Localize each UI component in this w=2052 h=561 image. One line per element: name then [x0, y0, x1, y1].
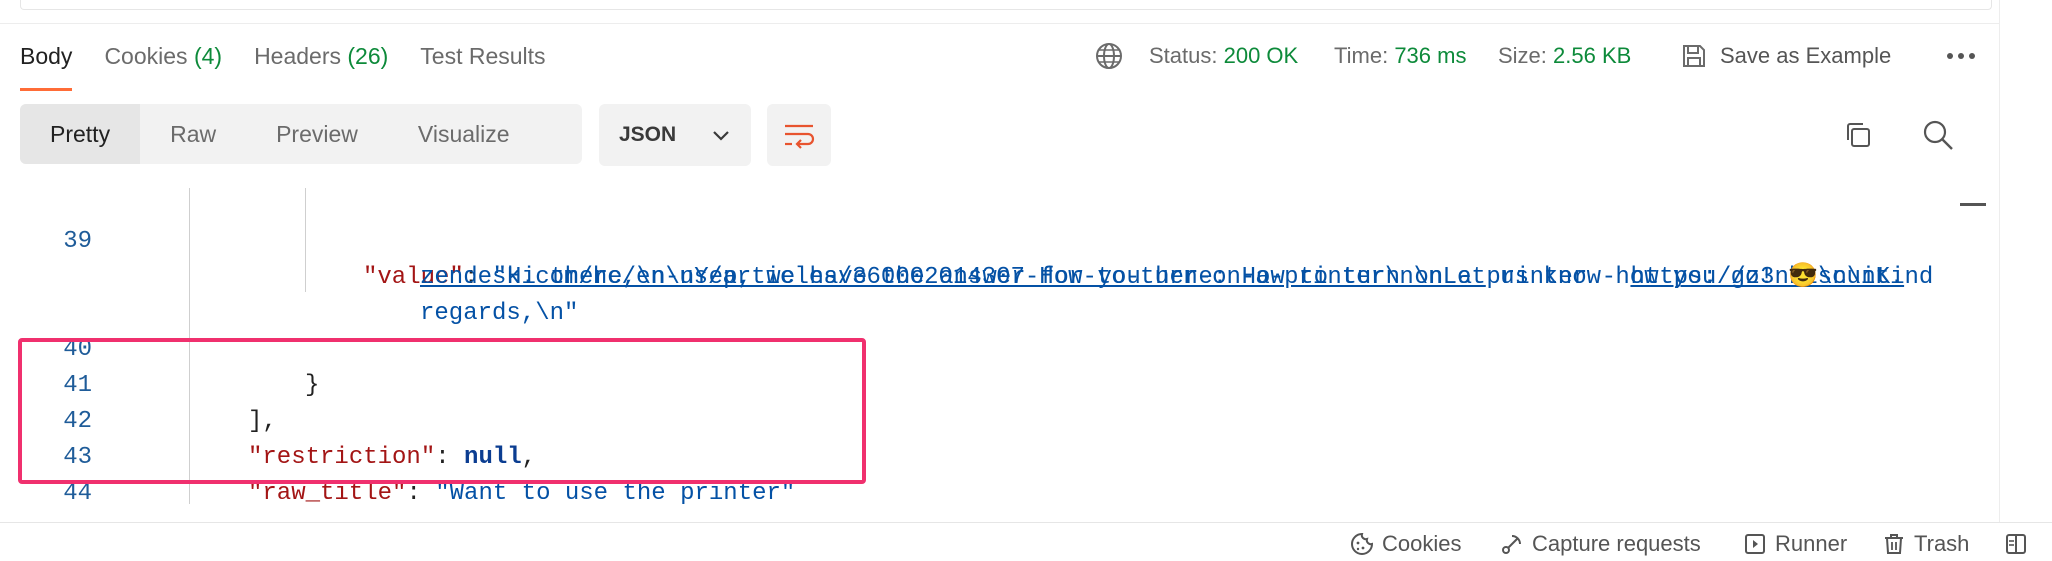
runner-label: Runner [1775, 531, 1848, 556]
time-info[interactable]: Time: 736 ms [1334, 38, 1466, 74]
save-icon [1680, 42, 1708, 70]
tab-headers-label: Headers [254, 43, 341, 69]
copy-button[interactable] [1838, 115, 1878, 155]
view-mode-pretty[interactable]: Pretty [20, 104, 141, 164]
code-line-39-wrap-2: regards,\n" [0, 260, 578, 327]
tab-test-results[interactable]: Test Results [420, 38, 545, 88]
tab-test-results-label: Test Results [420, 43, 546, 69]
status-bar: Cookies Capture requests Runner Trash [0, 522, 2052, 561]
status-value: 200 OK [1223, 43, 1299, 68]
size-label: Size: [1498, 43, 1547, 68]
request-body-box [20, 0, 1992, 10]
view-mode-visualize[interactable]: Visualize [388, 104, 540, 164]
more-icon [1946, 51, 1976, 61]
tab-headers-count: (26) [347, 43, 389, 69]
capture-icon [1500, 532, 1524, 556]
cookie-icon [1350, 532, 1374, 556]
save-as-example-label: Save as Example [1720, 43, 1892, 68]
time-value: 736 ms [1394, 43, 1467, 68]
tab-headers[interactable]: Headers (26) [254, 38, 388, 88]
more-options-button[interactable] [1946, 38, 1976, 74]
trash-label: Trash [1914, 531, 1970, 556]
json-link[interactable]: zendesk.com/hc/en-us/articles/3600020143… [420, 264, 1486, 291]
capture-requests-button[interactable]: Capture requests [1500, 531, 1701, 557]
tab-body[interactable]: Body [20, 38, 73, 91]
trash-icon [1882, 532, 1906, 556]
search-icon [1921, 118, 1955, 152]
trash-button[interactable]: Trash [1882, 531, 1969, 557]
view-mode-selector: Pretty Raw Preview Visualize [20, 104, 582, 164]
pane-divider[interactable] [0, 23, 2000, 24]
runner-icon [1743, 532, 1767, 556]
json-string: regards,\n" [420, 300, 579, 327]
request-editor-edge [0, 0, 2052, 24]
tab-cookies[interactable]: Cookies (4) [104, 38, 222, 88]
view-mode-raw[interactable]: Raw [140, 104, 246, 164]
view-mode-preview[interactable]: Preview [246, 104, 388, 164]
network-info-button[interactable] [1094, 38, 1124, 74]
json-string: us know how you go! 😎\n\nKind [1485, 264, 1934, 291]
search-button[interactable] [1918, 115, 1958, 155]
status-label: Status: [1149, 43, 1218, 68]
globe-icon [1094, 41, 1124, 71]
status-info[interactable]: Status: 200 OK [1149, 38, 1298, 74]
size-info[interactable]: Size: 2.56 KB [1498, 38, 1631, 74]
wrap-lines-button[interactable] [767, 104, 831, 166]
highlight-annotation [18, 338, 866, 484]
capture-requests-label: Capture requests [1532, 531, 1701, 556]
tab-cookies-count: (4) [193, 43, 223, 69]
time-label: Time: [1334, 43, 1389, 68]
code-line-39-wrap-1: zendesk.com/hc/en-us/articles/3600020143… [0, 224, 1933, 291]
save-as-example-button[interactable]: Save as Example [1680, 38, 1891, 74]
cookies-label: Cookies [1382, 531, 1462, 556]
format-select-value: JSON [619, 123, 677, 146]
format-select[interactable]: JSON [599, 104, 751, 166]
runner-button[interactable]: Runner [1743, 531, 1847, 557]
layout-toggle-button[interactable] [2004, 531, 2028, 557]
code-line-40: 40 } [0, 296, 319, 399]
response-tabs: Body Cookies (4) Headers (26) Test Resul… [20, 38, 546, 91]
tab-body-label: Body [20, 43, 73, 69]
tab-cookies-label: Cookies [104, 43, 188, 69]
code-line-39: 39 "value": "Hi there,\n\nYep, we have t… [0, 188, 1990, 291]
chevron-down-icon [711, 128, 731, 142]
size-value: 2.56 KB [1553, 43, 1632, 68]
copy-icon [1842, 119, 1874, 151]
scroll-marker[interactable] [1960, 203, 1986, 206]
wrap-lines-icon [782, 120, 816, 150]
cookies-button[interactable]: Cookies [1350, 531, 1461, 557]
right-pane-edge [1999, 0, 2000, 522]
layout-icon [2004, 532, 2028, 556]
